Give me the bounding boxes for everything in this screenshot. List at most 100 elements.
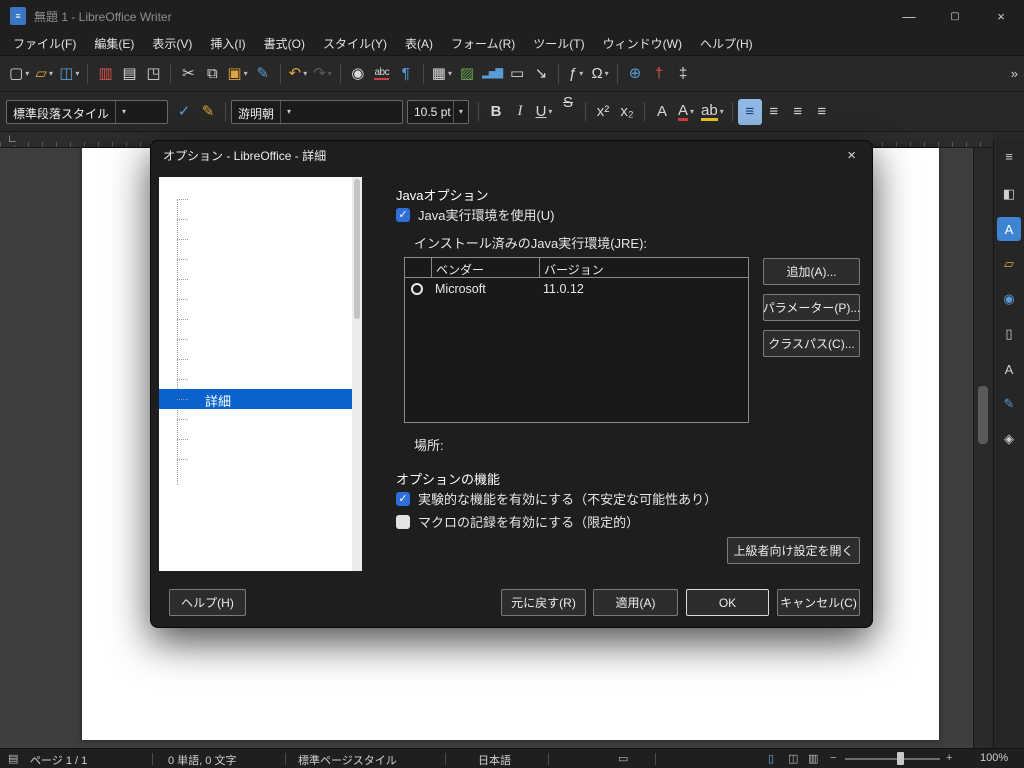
tree-item[interactable] xyxy=(159,229,362,249)
tree-scrollbar-thumb[interactable] xyxy=(354,179,360,319)
cut-button[interactable]: ✂ xyxy=(176,61,200,87)
menu-tools[interactable]: ツール(T) xyxy=(524,32,593,55)
tree-item[interactable] xyxy=(159,329,362,349)
tree-scrollbar[interactable] xyxy=(352,177,362,571)
underline-button[interactable]: U ▾ xyxy=(532,99,556,125)
update-style-button[interactable]: ✓ xyxy=(172,99,196,125)
macro-recording-checkbox-row[interactable]: マクロの記録を有効にする（限定的） xyxy=(396,512,639,531)
tree-item[interactable] xyxy=(159,309,362,329)
language-status[interactable]: 日本語 xyxy=(478,752,511,768)
menu-form[interactable]: フォーム(R) xyxy=(442,32,524,55)
insert-table-button[interactable]: ▦ ▾ xyxy=(429,61,455,87)
new-document-button[interactable]: ▢ ▾ xyxy=(6,61,32,87)
menu-styles[interactable]: スタイル(Y) xyxy=(314,32,396,55)
tree-item[interactable] xyxy=(159,209,362,229)
maximize-button[interactable]: ▢ xyxy=(932,0,978,32)
strikethrough-button[interactable]: S xyxy=(556,95,580,125)
print-preview-button[interactable]: ◳ xyxy=(141,61,165,87)
chevron-down-icon[interactable]: ▾ xyxy=(280,100,297,123)
tree-item-advanced[interactable]: 詳細 xyxy=(159,389,362,409)
tabstop-selector-icon[interactable]: ∟ xyxy=(4,133,21,145)
insert-image-button[interactable]: ▨ xyxy=(455,61,479,87)
tree-item[interactable] xyxy=(159,249,362,269)
formatting-marks-button[interactable]: ¶ xyxy=(394,61,418,87)
menu-window[interactable]: ウィンドウ(W) xyxy=(594,32,691,55)
superscript-button[interactable]: x² xyxy=(591,99,615,125)
apply-button[interactable]: 適用(A) xyxy=(593,589,678,616)
open-button[interactable]: ▱ ▾ xyxy=(32,61,56,87)
menu-file[interactable]: ファイル(F) xyxy=(4,32,85,55)
font-color-button[interactable]: A ▾ xyxy=(674,99,698,125)
print-button[interactable]: ▤ xyxy=(117,61,141,87)
experimental-checkbox-row[interactable]: ✓ 実験的な機能を有効にする（不安定な可能性あり） xyxy=(396,489,717,508)
zoom-slider-thumb[interactable] xyxy=(897,752,904,765)
chevron-down-icon[interactable]: ▾ xyxy=(49,69,53,78)
selection-mode-icon[interactable]: ▭ xyxy=(618,752,628,765)
multi-page-view-icon[interactable]: ◫ xyxy=(788,752,798,765)
insert-field-button[interactable]: ƒ ▾ xyxy=(564,61,588,87)
subscript-button[interactable]: x₂ xyxy=(615,99,639,125)
align-left-button[interactable]: ≡ xyxy=(737,98,762,125)
chevron-down-icon[interactable]: ▾ xyxy=(452,100,468,123)
chevron-down-icon[interactable]: ▾ xyxy=(115,100,132,123)
reset-button[interactable]: 元に戻す(R) xyxy=(501,589,586,616)
cancel-button[interactable]: キャンセル(C) xyxy=(777,589,860,616)
find-replace-button[interactable]: ◉ xyxy=(346,61,370,87)
tree-item[interactable] xyxy=(159,269,362,289)
ok-button[interactable]: OK xyxy=(686,589,769,616)
clear-formatting-button[interactable]: A xyxy=(650,99,674,125)
zoom-out-icon[interactable]: − xyxy=(830,752,836,764)
insert-footnote-button[interactable]: † xyxy=(647,61,671,87)
chevron-down-icon[interactable]: ▾ xyxy=(690,107,694,116)
version-column-header[interactable]: バージョン xyxy=(539,258,748,278)
special-character-button[interactable]: Ω ▾ xyxy=(588,61,612,87)
tree-item[interactable] xyxy=(159,289,362,309)
justify-button[interactable]: ≡ xyxy=(810,99,834,125)
add-jre-button[interactable]: 追加(A)... xyxy=(763,258,860,285)
jre-table[interactable]: ベンダー バージョン Microsoft 11.0.12 xyxy=(404,257,749,423)
copy-button[interactable]: ⧉ xyxy=(200,61,224,87)
hyperlink-button[interactable]: ⊕ xyxy=(623,61,647,87)
clone-formatting-button[interactable]: ✎ xyxy=(251,61,275,87)
menu-view[interactable]: 表示(V) xyxy=(143,32,201,55)
tree-item[interactable] xyxy=(159,429,362,449)
insert-textbox-button[interactable]: ▭ xyxy=(505,61,529,87)
tree-item[interactable] xyxy=(159,409,362,429)
sidebar-styles-button[interactable]: A xyxy=(997,357,1021,381)
paragraph-style-combobox[interactable]: 標準段落スタイル ▾ xyxy=(6,99,168,124)
spell-check-button[interactable]: abc xyxy=(370,61,394,87)
jre-table-row[interactable]: Microsoft 11.0.12 xyxy=(405,278,748,300)
checkbox-checked-icon[interactable]: ✓ xyxy=(396,207,410,222)
book-view-icon[interactable]: ▥ xyxy=(808,752,818,765)
chevron-down-icon[interactable]: ▾ xyxy=(303,69,307,78)
sidebar-character-button[interactable]: A xyxy=(997,217,1021,241)
word-count-status[interactable]: 0 単語, 0 文字 xyxy=(168,752,236,768)
export-pdf-button[interactable]: ▥ xyxy=(93,61,117,87)
sidebar-navigator-button[interactable]: ◈ xyxy=(997,427,1021,451)
zoom-level[interactable]: 100% xyxy=(980,752,1008,764)
new-style-button[interactable]: ✎ xyxy=(196,99,220,125)
sidebar-draw-button[interactable]: ✎ xyxy=(997,392,1021,416)
chevron-down-icon[interactable]: ▾ xyxy=(244,69,248,78)
align-center-button[interactable]: ≡ xyxy=(762,99,786,125)
font-name-combobox[interactable]: 游明朝 ▾ xyxy=(231,99,403,124)
page-number-status[interactable]: ページ 1 / 1 xyxy=(30,752,87,768)
zoom-slider[interactable] xyxy=(845,752,940,765)
save-button[interactable]: ◫ ▾ xyxy=(56,61,82,87)
menu-format[interactable]: 書式(O) xyxy=(255,32,314,55)
menu-edit[interactable]: 編集(E) xyxy=(85,32,143,55)
align-right-button[interactable]: ≡ xyxy=(786,99,810,125)
sidebar-media-button[interactable]: ◉ xyxy=(997,287,1021,311)
vertical-scrollbar[interactable] xyxy=(973,148,991,748)
parameters-button[interactable]: パラメーター(P)... xyxy=(763,294,860,321)
menu-help[interactable]: ヘルプ(H) xyxy=(691,32,762,55)
font-size-combobox[interactable]: 10.5 pt ▾ xyxy=(407,99,469,124)
tree-item[interactable] xyxy=(159,349,362,369)
chevron-down-icon[interactable]: ▾ xyxy=(25,69,29,78)
paste-button[interactable]: ▣ ▾ xyxy=(224,61,250,87)
sidebar-properties-button[interactable]: ◧ xyxy=(997,182,1021,206)
chevron-down-icon[interactable]: ▾ xyxy=(720,107,724,116)
sidebar-gallery-button[interactable]: ▱ xyxy=(997,252,1021,276)
close-button[interactable]: × xyxy=(978,0,1024,32)
italic-button[interactable]: I xyxy=(508,99,532,125)
